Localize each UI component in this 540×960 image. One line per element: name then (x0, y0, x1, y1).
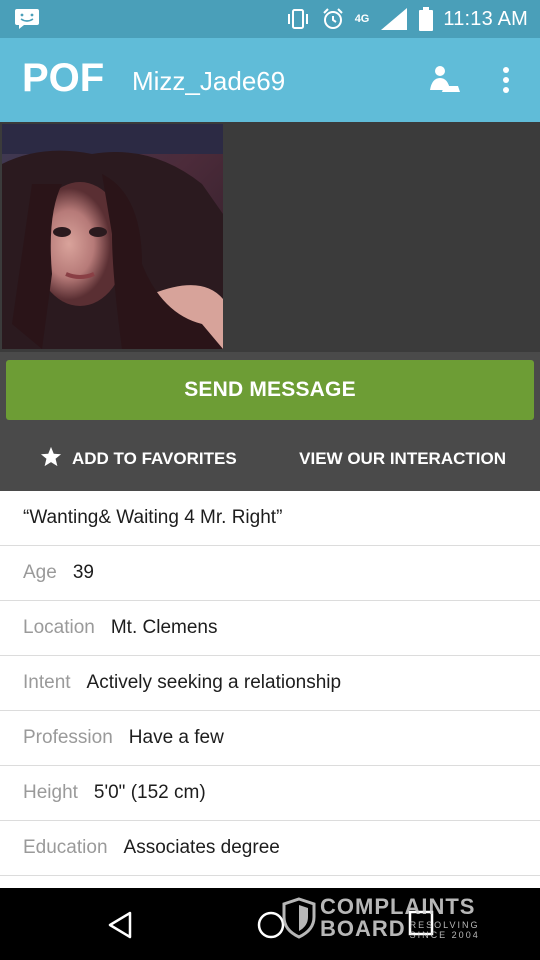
detail-row-profession: Profession Have a few (0, 711, 540, 766)
detail-value: Actively seeking a relationship (86, 672, 342, 693)
photo-gallery (0, 122, 540, 352)
detail-label: Age (23, 562, 57, 583)
detail-value: 39 (72, 562, 94, 583)
detail-label: Height (23, 782, 78, 803)
pof-logo[interactable]: POF (22, 56, 104, 101)
alarm-icon (321, 7, 345, 31)
tagline-row: “Wanting& Waiting 4 Mr. Right” (0, 491, 540, 546)
signal-icon (379, 6, 409, 32)
detail-row-age: Age 39 (0, 546, 540, 601)
detail-value: Mt. Clemens (110, 617, 218, 638)
detail-label: Intent (23, 672, 71, 693)
star-icon (40, 446, 62, 472)
detail-value: 5'0" (152 cm) (93, 782, 206, 803)
profile-details: “Wanting& Waiting 4 Mr. Right” Age 39 Lo… (0, 491, 540, 876)
add-to-favorites-button[interactable]: ADD TO FAVORITES (40, 446, 237, 472)
detail-row-intent: Intent Actively seeking a relationship (0, 656, 540, 711)
shield-logo-icon (282, 897, 316, 939)
view-interaction-button[interactable]: VIEW OUR INTERACTION (299, 446, 506, 472)
detail-label: Location (23, 617, 95, 638)
detail-label: Profession (23, 727, 113, 748)
profile-tagline: “Wanting& Waiting 4 Mr. Right” (23, 507, 283, 528)
detail-label: Education (23, 837, 108, 858)
send-message-button[interactable]: SEND MESSAGE (6, 360, 534, 420)
vibrate-icon (285, 8, 311, 30)
profile-photo[interactable] (2, 124, 223, 349)
detail-value: Have a few (128, 727, 224, 748)
complaints-board-watermark: COMPLAINTS BOARD RESOLVING SINCE 2004 (282, 894, 480, 942)
battery-icon (419, 7, 434, 31)
message-icon (14, 8, 40, 30)
status-bar: 4G 11:13 AM (0, 0, 540, 38)
watermark-line1: COMPLAINTS (320, 894, 476, 919)
app-header: POF Mizz_Jade69 (0, 38, 540, 122)
watermark-sub2: SINCE 2004 (409, 930, 480, 940)
detail-row-location: Location Mt. Clemens (0, 601, 540, 656)
watermark-line2: BOARD (320, 916, 406, 941)
detail-value: Associates degree (123, 837, 280, 858)
add-to-favorites-label: ADD TO FAVORITES (72, 449, 237, 468)
back-icon[interactable] (106, 910, 134, 940)
status-time: 11:13 AM (443, 7, 528, 30)
network-4g-icon: 4G (354, 13, 370, 25)
detail-row-height: Height 5'0" (152 cm) (0, 766, 540, 821)
more-vert-icon[interactable] (496, 64, 516, 96)
profile-username: Mizz_Jade69 (132, 66, 286, 96)
profile-actions: SEND MESSAGE ADD TO FAVORITES VIEW OUR I… (0, 352, 540, 491)
watermark-sub1: RESOLVING (409, 920, 480, 930)
detail-row-education: Education Associates degree (0, 821, 540, 876)
user-match-icon[interactable] (428, 64, 462, 96)
